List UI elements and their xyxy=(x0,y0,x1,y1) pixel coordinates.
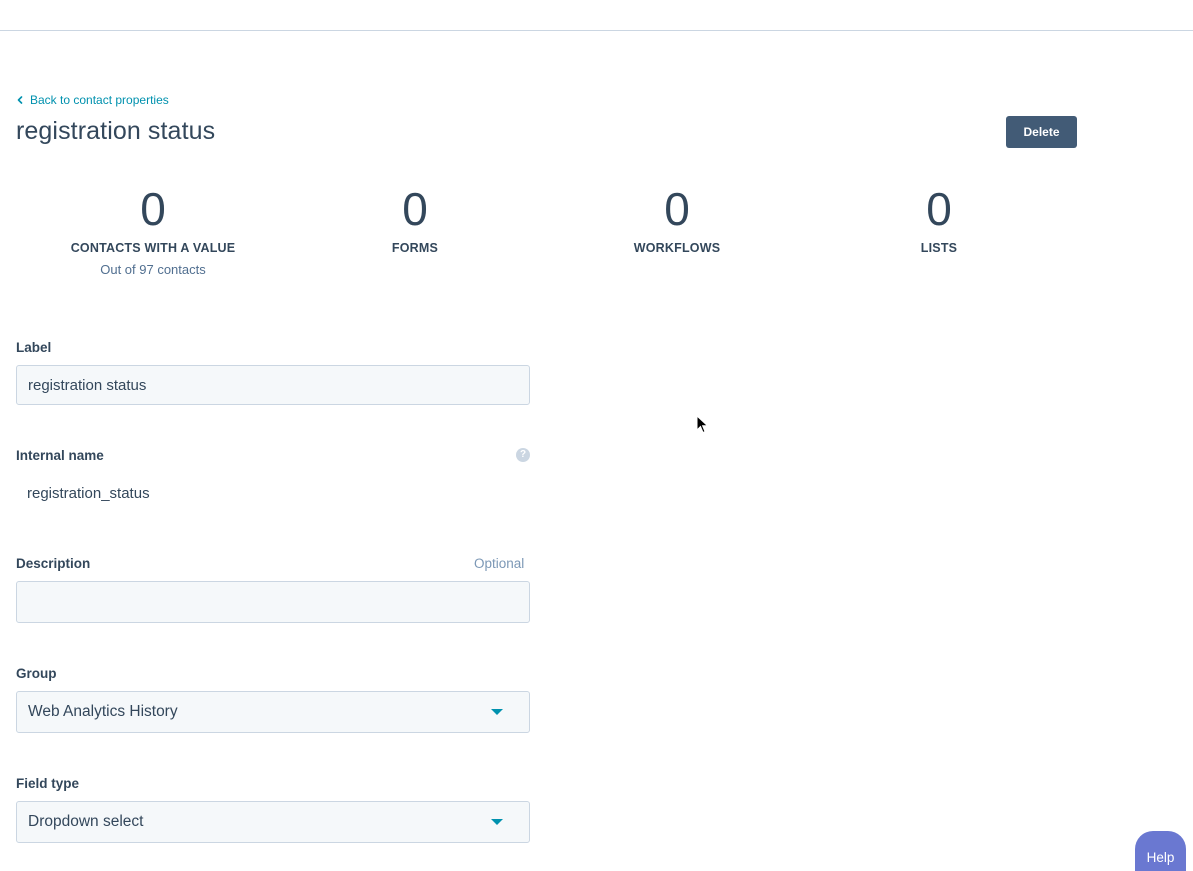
field-type-select[interactable]: Dropdown select xyxy=(16,801,530,843)
chevron-left-icon xyxy=(17,96,23,104)
field-type-selected-value: Dropdown select xyxy=(28,813,144,830)
field-type-title: Field type xyxy=(16,776,80,791)
page-title: registration status xyxy=(16,117,216,145)
caret-down-icon xyxy=(491,709,503,715)
stat-value: 0 xyxy=(402,183,428,235)
stat-label: LISTS xyxy=(920,241,958,255)
description-field-title: Description xyxy=(16,556,91,571)
stat-sublabel: Out of 97 contacts xyxy=(100,262,206,277)
internal-name-title: Internal name xyxy=(16,448,104,463)
delete-button[interactable]: Delete xyxy=(1006,116,1077,148)
caret-down-icon xyxy=(491,819,503,825)
stat-label: WORKFLOWS xyxy=(633,241,721,255)
stat-label: FORMS xyxy=(391,241,439,255)
top-divider xyxy=(0,30,1193,31)
stat-workflows: 0 WORKFLOWS xyxy=(567,183,787,255)
stat-value: 0 xyxy=(664,183,690,235)
group-field-title: Group xyxy=(16,666,57,681)
label-field-title: Label xyxy=(16,340,52,355)
stat-value: 0 xyxy=(926,183,952,235)
group-selected-value: Web Analytics History xyxy=(28,703,178,720)
mouse-pointer-icon xyxy=(696,415,709,434)
optional-hint: Optional xyxy=(474,556,525,571)
label-input[interactable] xyxy=(16,365,530,405)
group-select[interactable]: Web Analytics History xyxy=(16,691,530,733)
stat-contacts-with-value: 0 CONTACTS WITH A VALUE Out of 97 contac… xyxy=(43,183,263,277)
stat-forms: 0 FORMS xyxy=(305,183,525,255)
stat-label: CONTACTS WITH A VALUE xyxy=(70,241,236,255)
internal-name-value: registration_status xyxy=(27,485,150,502)
stat-value: 0 xyxy=(140,183,166,235)
back-to-contact-properties-link[interactable]: Back to contact properties xyxy=(16,93,169,107)
stat-lists: 0 LISTS xyxy=(829,183,1049,255)
back-link-label: Back to contact properties xyxy=(30,93,169,107)
description-input[interactable] xyxy=(16,581,530,623)
help-button[interactable]: Help xyxy=(1135,831,1186,871)
question-mark-icon[interactable]: ? xyxy=(516,448,530,462)
